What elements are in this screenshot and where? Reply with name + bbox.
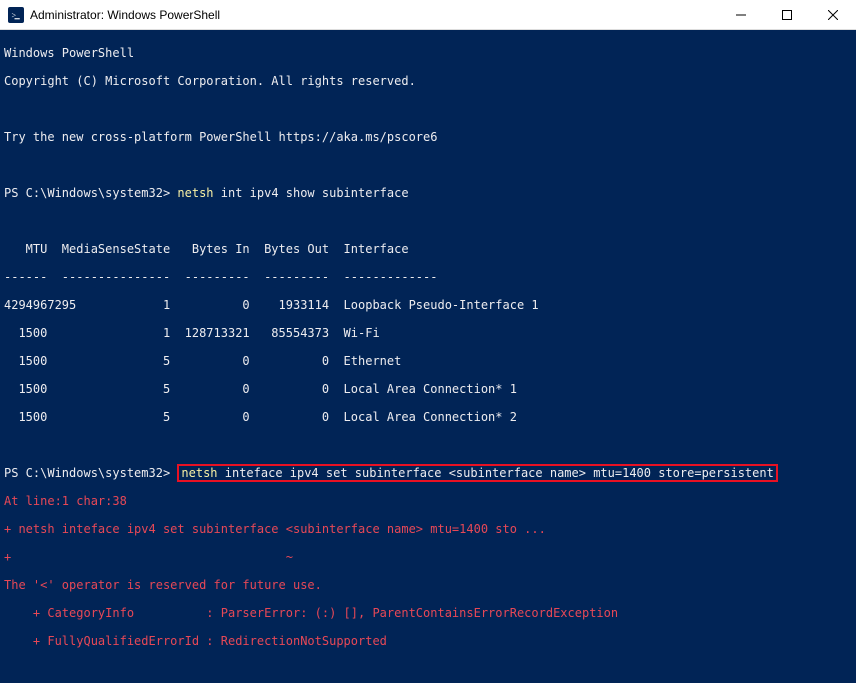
terminal-line: PS C:\Windows\system32> netsh inteface i… [4,466,852,480]
minimize-button[interactable] [718,0,764,29]
command-keyword: netsh [177,186,213,200]
title-bar: > Administrator: Windows PowerShell [0,0,856,30]
error-line: + netsh inteface ipv4 set subinterface <… [4,522,852,536]
prompt: PS C:\Windows\system32> [4,186,177,200]
error-line: + CategoryInfo : ParserError: (:) [], Pa… [4,606,852,620]
terminal-area[interactable]: Windows PowerShell Copyright (C) Microso… [0,30,856,683]
terminal-line [4,158,852,172]
error-line: At line:1 char:38 [4,494,852,508]
window-controls [718,0,856,29]
terminal-line [4,438,852,452]
error-line: The '<' operator is reserved for future … [4,578,852,592]
table-sep: ------ --------------- --------- -------… [4,270,852,284]
error-line: + FullyQualifiedErrorId : RedirectionNot… [4,634,852,648]
terminal-line [4,102,852,116]
table-row: 1500 5 0 0 Local Area Connection* 1 [4,382,852,396]
highlighted-command: netsh inteface ipv4 set subinterface <su… [177,464,777,482]
terminal-line: Windows PowerShell [4,46,852,60]
command-args: inteface ipv4 set subinterface <subinter… [218,466,774,480]
terminal-line [4,662,852,676]
terminal-line: PS C:\Windows\system32> netsh int ipv4 s… [4,186,852,200]
command-args: int ipv4 show subinterface [214,186,409,200]
table-row: 1500 1 128713321 85554373 Wi-Fi [4,326,852,340]
table-row: 1500 5 0 0 Ethernet [4,354,852,368]
terminal-line: Try the new cross-platform PowerShell ht… [4,130,852,144]
terminal-line [4,214,852,228]
table-header: MTU MediaSenseState Bytes In Bytes Out I… [4,242,852,256]
command-keyword: netsh [181,466,217,480]
table-row: 1500 5 0 0 Local Area Connection* 2 [4,410,852,424]
close-button[interactable] [810,0,856,29]
error-line: + ~ [4,550,852,564]
window-title: Administrator: Windows PowerShell [30,8,718,22]
terminal-line: Copyright (C) Microsoft Corporation. All… [4,74,852,88]
powershell-icon: > [8,7,24,23]
prompt: PS C:\Windows\system32> [4,466,177,480]
table-row: 4294967295 1 0 1933114 Loopback Pseudo-I… [4,298,852,312]
maximize-button[interactable] [764,0,810,29]
